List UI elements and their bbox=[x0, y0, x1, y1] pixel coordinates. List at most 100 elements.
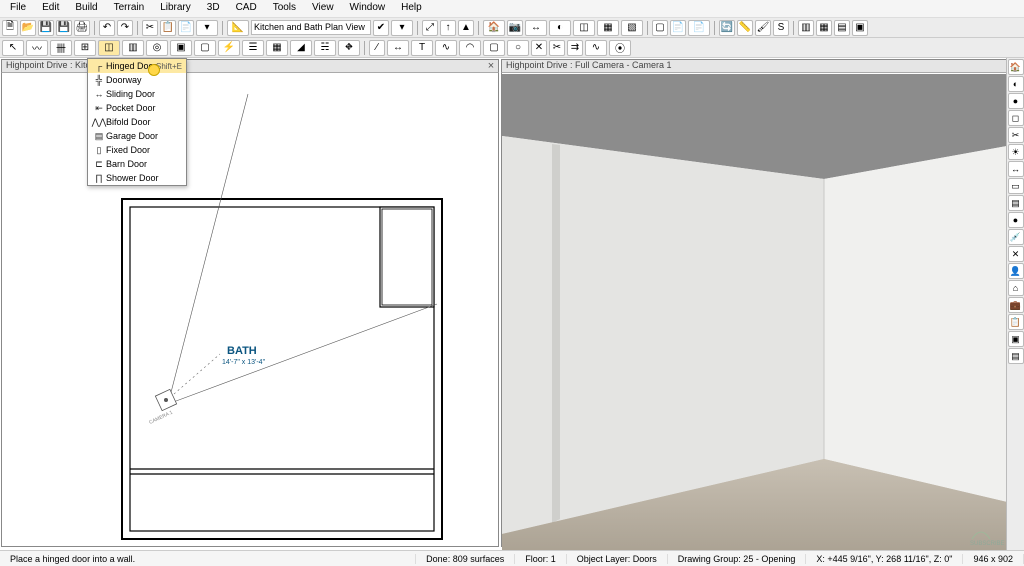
wall-tool[interactable]: 〰 bbox=[26, 40, 48, 56]
layout-1-button[interactable]: ▥ bbox=[798, 20, 814, 36]
menu-tools[interactable]: Tools bbox=[265, 0, 304, 17]
brush-icon[interactable]: 🖌 bbox=[755, 20, 771, 36]
text-tool[interactable]: T bbox=[411, 40, 433, 56]
structure-tool[interactable]: ☰ bbox=[242, 40, 264, 56]
menu-file[interactable]: File bbox=[2, 0, 34, 17]
hatch-dropdown[interactable]: ▧ bbox=[621, 20, 643, 36]
camera-icon[interactable]: 📷 bbox=[507, 20, 523, 36]
dim-dropdown[interactable]: ↔ bbox=[525, 20, 547, 36]
window-tool[interactable]: ⊞ bbox=[74, 40, 96, 56]
cut-button[interactable]: ✂ bbox=[142, 20, 158, 36]
offset-tool[interactable]: ⇉ bbox=[567, 40, 583, 56]
trim-tool[interactable]: ✂ bbox=[549, 40, 565, 56]
spline-tool[interactable]: ∿ bbox=[585, 40, 607, 56]
paste-button[interactable]: 📄 bbox=[178, 20, 194, 36]
dropdown-item-pocket[interactable]: ⇤ Pocket Door bbox=[88, 101, 186, 115]
camera-view-panel[interactable]: Highpoint Drive : Full Camera - Camera 1… bbox=[501, 59, 1023, 547]
appliance-tool[interactable]: ▣ bbox=[170, 40, 192, 56]
arc-tool[interactable]: ◠ bbox=[459, 40, 481, 56]
open-file-button[interactable]: 📂 bbox=[20, 20, 36, 36]
up-triangle-icon[interactable]: ▲ bbox=[458, 20, 474, 36]
home-icon[interactable]: ⌂ bbox=[1008, 280, 1024, 296]
arrow-dropdown[interactable]: ▾ bbox=[391, 20, 413, 36]
render-clay-icon[interactable]: ◐ bbox=[1008, 76, 1024, 92]
menu-library[interactable]: Library bbox=[152, 0, 199, 17]
page-dropdown[interactable]: 📄 bbox=[688, 20, 710, 36]
dropdown-item-fixed[interactable]: ▯ Fixed Door bbox=[88, 143, 186, 157]
redo-button[interactable]: ↷ bbox=[117, 20, 133, 36]
ruler-icon[interactable]: 📏 bbox=[737, 20, 753, 36]
cabinet-tool[interactable]: ▥ bbox=[122, 40, 144, 56]
stair-tool[interactable]: ☵ bbox=[314, 40, 336, 56]
note-icon[interactable]: S bbox=[773, 20, 789, 36]
roof-tool[interactable]: ◢ bbox=[290, 40, 312, 56]
dim-3d-icon[interactable]: ↔ bbox=[1008, 161, 1024, 177]
furniture-tool[interactable]: ▢ bbox=[194, 40, 216, 56]
print-button[interactable]: 🖨 bbox=[74, 20, 90, 36]
dropdown-item-shower[interactable]: ∏ Shower Door bbox=[88, 171, 186, 185]
dropdown-item-sliding[interactable]: ↔ Sliding Door bbox=[88, 87, 186, 101]
page-icon[interactable]: 📄 bbox=[670, 20, 686, 36]
menu-terrain[interactable]: Terrain bbox=[106, 0, 153, 17]
house-dropdown[interactable]: 🏠 bbox=[483, 20, 505, 36]
dropdown-item-doorway[interactable]: ╬ Doorway bbox=[88, 73, 186, 87]
stack-icon[interactable]: ▤ bbox=[1008, 348, 1024, 364]
clip-icon[interactable]: ✂ bbox=[1008, 127, 1024, 143]
dim-tool[interactable]: ↔ bbox=[387, 40, 409, 56]
north-tool[interactable]: ⦿ bbox=[609, 40, 631, 56]
paste-dropdown[interactable]: ▾ bbox=[196, 20, 218, 36]
polyline-tool[interactable]: ∿ bbox=[435, 40, 457, 56]
person-icon[interactable]: 👤 bbox=[1008, 263, 1024, 279]
delete-icon[interactable]: ✕ bbox=[1008, 246, 1024, 262]
cross-section-icon[interactable]: ◻ bbox=[1008, 110, 1024, 126]
plan-view-panel[interactable]: Highpoint Drive : Kitchen and × BATH 14'… bbox=[1, 59, 499, 547]
select-tool[interactable]: ↖ bbox=[2, 40, 24, 56]
layout-2-button[interactable]: ▦ bbox=[816, 20, 832, 36]
layout-3-button[interactable]: ▤ bbox=[834, 20, 850, 36]
window-icon[interactable]: ▣ bbox=[1008, 331, 1024, 347]
render-glass-icon[interactable]: ● bbox=[1008, 93, 1024, 109]
plan-button[interactable]: 📐 bbox=[227, 20, 249, 36]
syringe-icon[interactable]: 💉 bbox=[1008, 229, 1024, 245]
fixture-tool[interactable]: ◎ bbox=[146, 40, 168, 56]
record-icon[interactable]: ● bbox=[1008, 212, 1024, 228]
render-full-icon[interactable]: 🏠 bbox=[1008, 59, 1024, 75]
region-dropdown[interactable]: ▦ bbox=[597, 20, 619, 36]
break-tool[interactable]: ✕ bbox=[531, 40, 547, 56]
rail-tool[interactable]: 卌 bbox=[50, 40, 72, 56]
menu-cad[interactable]: CAD bbox=[228, 0, 265, 17]
save-button[interactable]: 💾 bbox=[38, 20, 54, 36]
sun-icon[interactable]: ☀ bbox=[1008, 144, 1024, 160]
dropdown-item-hinged-door[interactable]: ┌ Hinged Door Shift+E bbox=[88, 59, 186, 73]
clipboard-icon[interactable]: 📋 bbox=[1008, 314, 1024, 330]
road-tool[interactable]: ⛖ bbox=[338, 40, 360, 56]
menu-3d[interactable]: 3D bbox=[199, 0, 228, 17]
check-button[interactable]: ✔ bbox=[373, 20, 389, 36]
circle-tool[interactable]: ○ bbox=[507, 40, 529, 56]
box-tool[interactable]: ▢ bbox=[483, 40, 505, 56]
plan-view-select[interactable]: Kitchen and Bath Plan View bbox=[251, 20, 371, 35]
undo-button[interactable]: ↶ bbox=[99, 20, 115, 36]
select-dropdown[interactable]: ◫ bbox=[573, 20, 595, 36]
rotate-icon[interactable]: 🔄 bbox=[719, 20, 735, 36]
menu-edit[interactable]: Edit bbox=[34, 0, 67, 17]
menu-view[interactable]: View bbox=[304, 0, 342, 17]
framing-tool[interactable]: ▦ bbox=[266, 40, 288, 56]
chart-icon[interactable]: ▤ bbox=[1008, 195, 1024, 211]
copy-button[interactable]: 📋 bbox=[160, 20, 176, 36]
menu-build[interactable]: Build bbox=[67, 0, 105, 17]
dropdown-item-barn[interactable]: ⊏ Barn Door bbox=[88, 157, 186, 171]
dropdown-item-bifold[interactable]: ⋀⋀ Bifold Door bbox=[88, 115, 186, 129]
door-tool[interactable]: ◫ bbox=[98, 40, 120, 56]
menu-window[interactable]: Window bbox=[342, 0, 394, 17]
zoom-extents-button[interactable]: ⤢ bbox=[422, 20, 438, 36]
electric-tool[interactable]: ⚡ bbox=[218, 40, 240, 56]
menu-help[interactable]: Help bbox=[393, 0, 430, 17]
panel-close-icon[interactable]: × bbox=[485, 60, 497, 72]
spray-dropdown[interactable]: ◐ bbox=[549, 20, 571, 36]
new-file-button[interactable]: 🗎 bbox=[2, 20, 18, 36]
up-arrow-icon[interactable]: ↑ bbox=[440, 20, 456, 36]
line-tool[interactable]: ∕ bbox=[369, 40, 385, 56]
box-icon[interactable]: ▢ bbox=[652, 20, 668, 36]
fit-icon[interactable]: ▭ bbox=[1008, 178, 1024, 194]
